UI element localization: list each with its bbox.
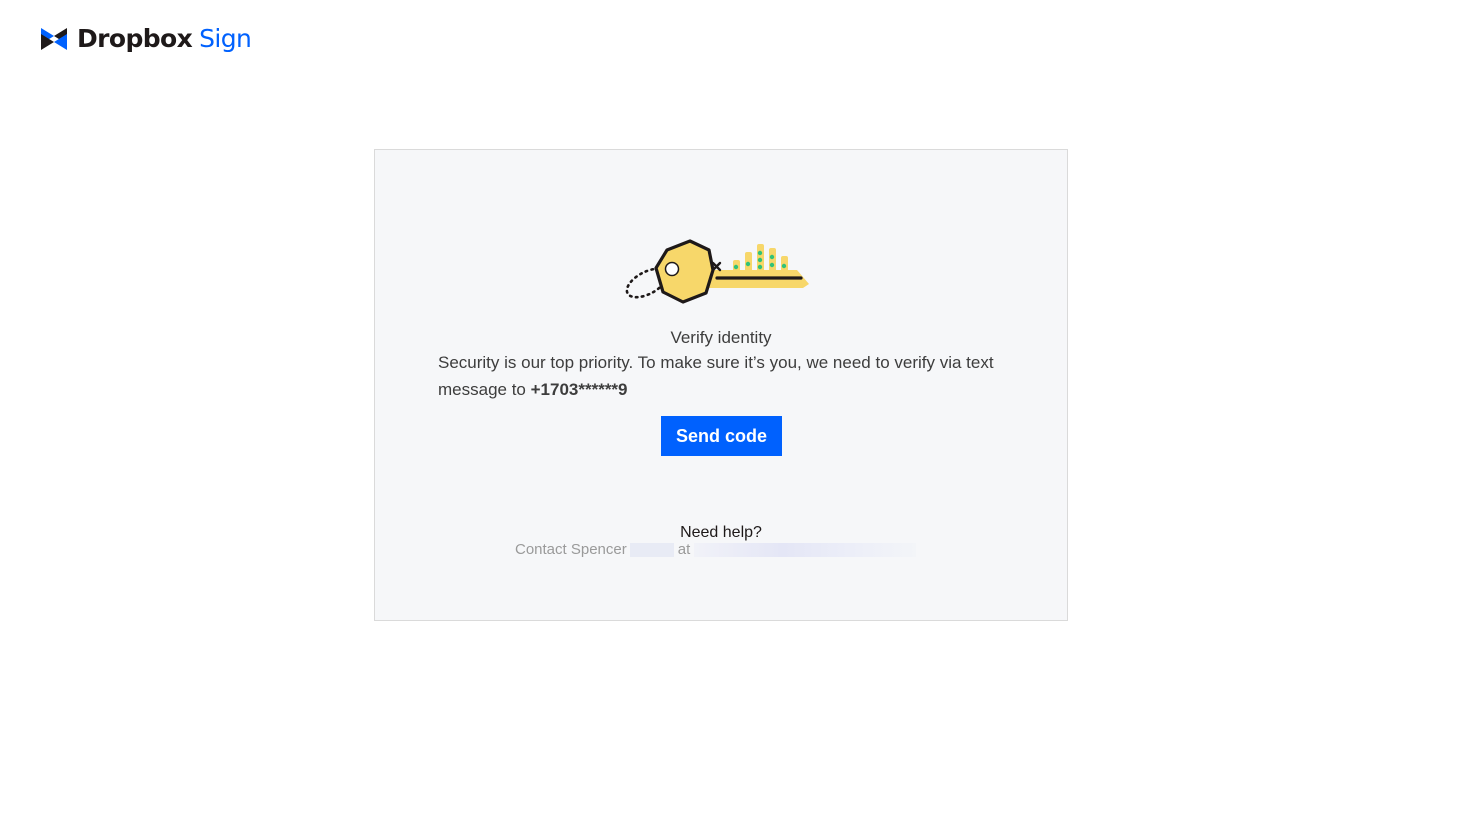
verify-identity-card: Verify identity Security is our top prio… xyxy=(374,149,1068,621)
app-header: Dropbox Sign xyxy=(40,23,252,55)
brand-word-dropbox: Dropbox xyxy=(77,24,193,53)
redacted-email-link[interactable] xyxy=(694,543,917,557)
brand-word-sign: Sign xyxy=(199,24,252,53)
verification-message-text: Security is our top priority. To make su… xyxy=(438,353,994,399)
brand-name: Dropbox Sign xyxy=(77,23,252,55)
verification-message: Security is our top priority. To make su… xyxy=(438,349,1018,403)
help-contact-at: at xyxy=(677,541,691,558)
redacted-surname xyxy=(629,543,674,557)
dropbox-sign-logo-icon xyxy=(41,28,67,50)
send-code-button[interactable]: Send code xyxy=(661,416,782,456)
key-icon xyxy=(625,239,809,304)
help-contact-line: Contact Spencer at xyxy=(515,540,917,560)
page-title: Verify identity xyxy=(670,328,772,347)
help-contact-name: Contact Spencer xyxy=(515,541,627,558)
masked-phone-number: +1703******9 xyxy=(530,380,628,399)
